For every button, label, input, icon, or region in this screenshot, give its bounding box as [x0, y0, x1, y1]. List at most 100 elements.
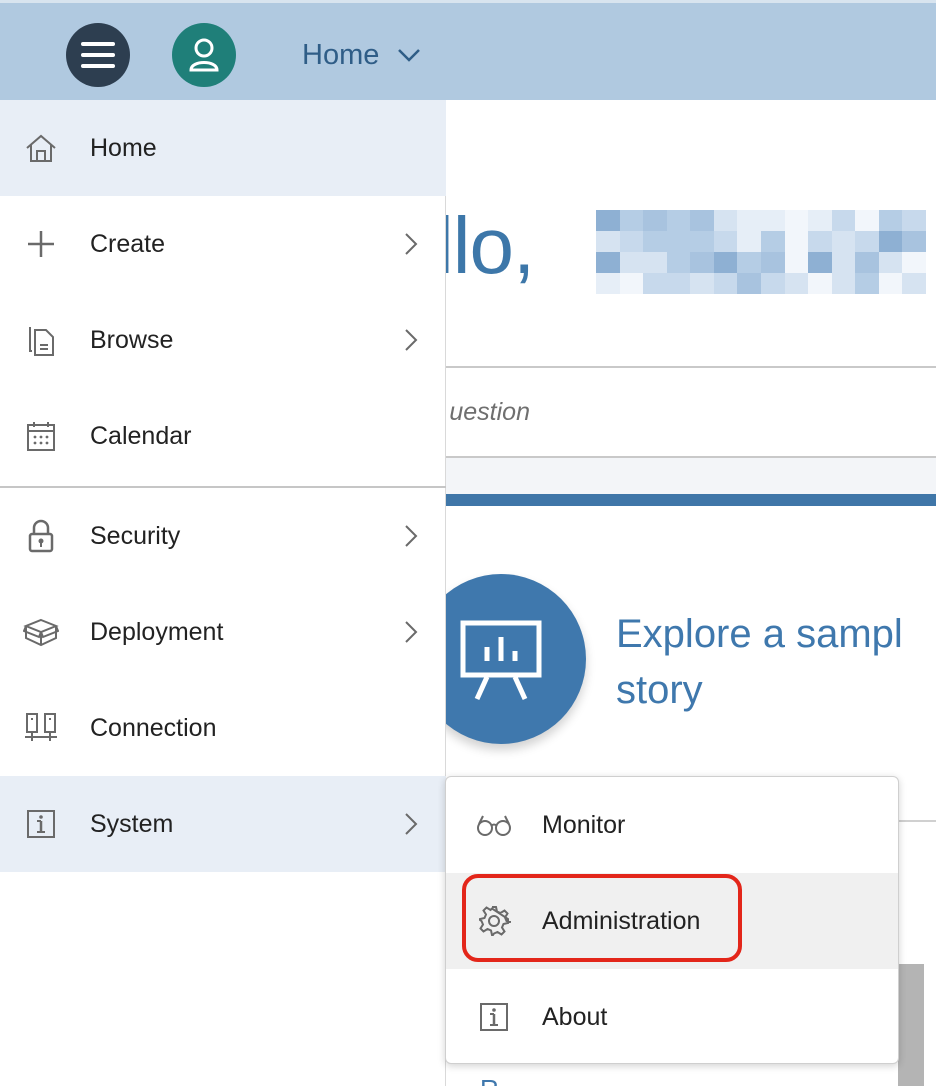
accent-bar [446, 494, 936, 506]
sidebar-item-create[interactable]: Create [0, 196, 446, 292]
redacted-pixel [713, 231, 738, 252]
redacted-pixel [619, 273, 644, 294]
redacted-pixel [596, 273, 620, 294]
menu-button[interactable] [66, 23, 130, 87]
glasses-icon [476, 807, 512, 843]
chevron-right-icon [405, 329, 418, 351]
redacted-pixel [831, 231, 856, 252]
redacted-pixel [690, 273, 714, 294]
redacted-pixel [760, 252, 785, 273]
redacted-pixel [855, 273, 879, 294]
sidebar-item-system[interactable]: System [0, 776, 446, 872]
redacted-pixel [666, 252, 691, 273]
sidebar-item-label: Browse [90, 326, 174, 354]
redacted-username [596, 210, 926, 294]
redacted-pixel [690, 210, 714, 231]
redacted-pixel [713, 252, 738, 273]
page-title: Home [302, 38, 380, 71]
submenu-item-label: About [542, 1003, 608, 1031]
redacted-pixel [643, 231, 667, 252]
calendar-icon [22, 418, 60, 454]
package-icon [22, 614, 60, 650]
system-submenu: Monitor Administration About [445, 776, 899, 1064]
redacted-pixel [784, 231, 809, 252]
sidebar-item-label: Calendar [90, 422, 192, 450]
redacted-pixel [808, 273, 832, 294]
chevron-right-icon [405, 621, 418, 643]
info-icon [22, 806, 60, 842]
scrollbar[interactable] [898, 964, 924, 1086]
redacted-pixel [643, 210, 667, 231]
sidebar-item-label: Deployment [90, 618, 224, 646]
sidebar-item-calendar[interactable]: Calendar [0, 388, 446, 484]
redacted-pixel [760, 231, 785, 252]
redacted-pixel [737, 273, 761, 294]
sample-story-title[interactable]: Explore a sampl story [616, 606, 936, 718]
home-icon [22, 130, 60, 166]
redacted-pixel [902, 210, 926, 231]
redacted-pixel [643, 252, 667, 273]
submenu-item-monitor[interactable]: Monitor [446, 777, 898, 873]
redacted-pixel [619, 210, 644, 231]
redacted-pixel [619, 252, 644, 273]
bottom-link-peek: R [480, 1074, 560, 1086]
sidebar-item-connection[interactable]: Connection [0, 680, 446, 776]
side-navigation: Home Create Browse Calendar Security Dep… [0, 100, 446, 1086]
sidebar-item-label: Home [90, 134, 157, 162]
chevron-right-icon [405, 813, 418, 835]
sidebar-item-label: Create [90, 230, 166, 258]
redacted-pixel [784, 210, 809, 231]
redacted-pixel [878, 231, 903, 252]
redacted-pixel [596, 231, 620, 252]
redacted-pixel [855, 231, 879, 252]
submenu-item-administration[interactable]: Administration [446, 873, 898, 969]
redacted-pixel [808, 231, 832, 252]
submenu-item-label: Administration [542, 907, 701, 935]
sidebar-item-label: System [90, 810, 174, 838]
redacted-pixel [596, 210, 620, 231]
chevron-down-icon [398, 49, 421, 62]
redacted-pixel [666, 273, 691, 294]
hamburger-icon [81, 42, 115, 68]
redacted-pixel [831, 273, 856, 294]
redacted-pixel [808, 210, 832, 231]
redacted-pixel [831, 210, 856, 231]
story-title-line1: Explore a sampl [616, 612, 903, 656]
redacted-pixel [690, 231, 714, 252]
submenu-item-about[interactable]: About [446, 969, 898, 1063]
redacted-pixel [713, 210, 738, 231]
document-icon [22, 322, 60, 358]
user-avatar-button[interactable] [172, 23, 236, 87]
redacted-pixel [878, 210, 903, 231]
connection-icon [22, 710, 60, 746]
lock-icon [22, 518, 60, 554]
sidebar-item-label: Connection [90, 714, 217, 742]
shell-bar: Home [0, 0, 936, 100]
gear-icon [476, 903, 512, 939]
redacted-pixel [666, 231, 691, 252]
sidebar-item-security[interactable]: Security [0, 488, 446, 584]
sidebar-item-label: Security [90, 522, 181, 550]
search-question-input[interactable]: uestion [446, 380, 936, 450]
chevron-right-icon [405, 233, 418, 255]
greeting-text: llo, [436, 201, 535, 290]
user-icon [189, 38, 219, 72]
redacted-pixel [760, 210, 785, 231]
redacted-pixel [760, 273, 785, 294]
page-title-dropdown[interactable]: Home [302, 33, 421, 77]
chevron-right-icon [405, 525, 418, 547]
search-placeholder: uestion [449, 398, 530, 426]
info-icon [476, 999, 512, 1035]
sidebar-item-home[interactable]: Home [0, 100, 446, 196]
divider [898, 820, 936, 822]
sidebar-item-browse[interactable]: Browse [0, 292, 446, 388]
banner-band [446, 458, 936, 494]
submenu-item-label: Monitor [542, 811, 626, 839]
redacted-pixel [878, 252, 903, 273]
sidebar-item-deployment[interactable]: Deployment [0, 584, 446, 680]
redacted-pixel [713, 273, 738, 294]
redacted-pixel [784, 273, 809, 294]
story-title-line2: story [616, 668, 703, 712]
redacted-pixel [643, 273, 667, 294]
redacted-pixel [666, 210, 691, 231]
